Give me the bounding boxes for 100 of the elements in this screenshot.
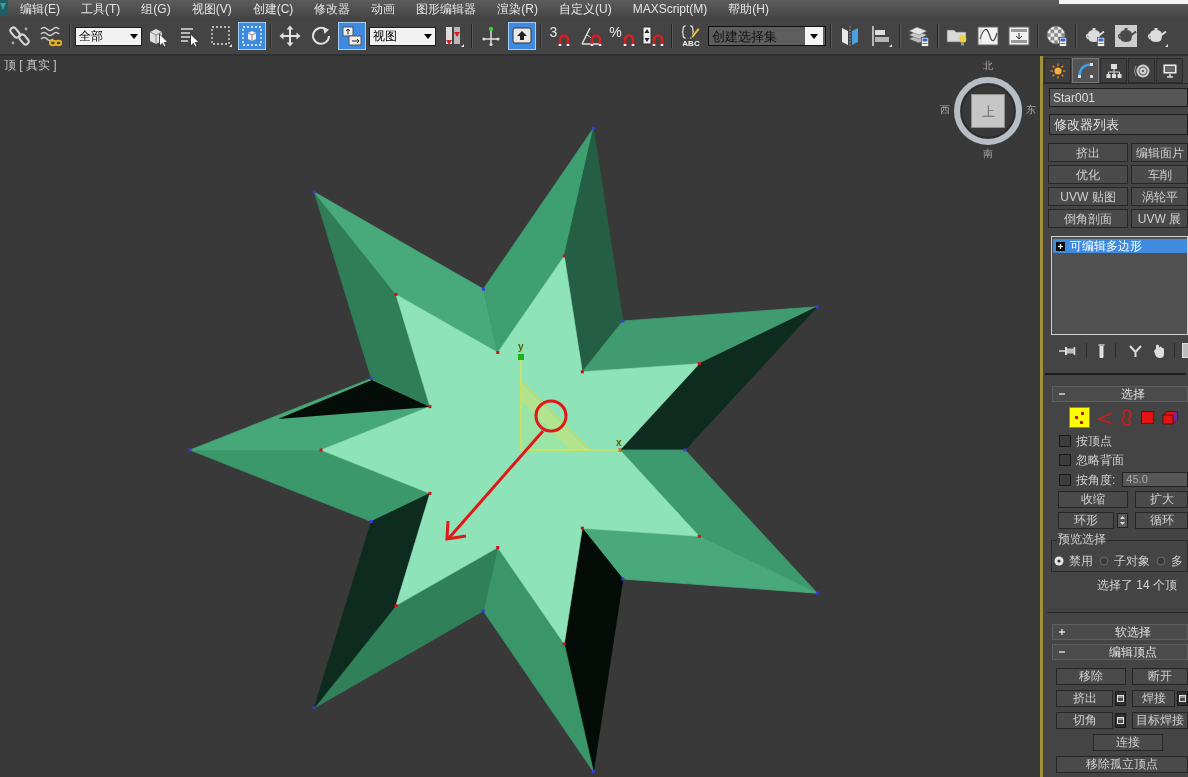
menu-item[interactable]: 工具(T) [81, 3, 121, 15]
compass-label[interactable]: 北 [983, 61, 993, 71]
command-button[interactable]: 切角 [1056, 711, 1113, 729]
compass-label[interactable]: 西 [940, 105, 950, 115]
command-button[interactable]: 收缩 [1058, 490, 1128, 508]
viewport-label[interactable]: 顶 [ 真实 ] [4, 59, 57, 71]
modifier-button[interactable]: 车削 [1131, 165, 1188, 184]
settings-button[interactable] [1115, 690, 1126, 706]
command-button[interactable]: 扩大 [1135, 490, 1188, 508]
stack-item[interactable]: 可编辑多边形 [1053, 239, 1187, 253]
cube-icon[interactable] [1162, 410, 1178, 425]
menu-item[interactable]: 创建(C) [252, 3, 294, 15]
modifier-button[interactable]: 涡轮平 [1131, 187, 1188, 206]
command-button[interactable]: 移除 [1056, 667, 1126, 685]
modifier-button[interactable]: 编辑面片 [1131, 143, 1188, 162]
modify-tab[interactable] [1072, 58, 1099, 83]
command-button[interactable]: 循环 [1135, 511, 1188, 529]
vertical-bar-icon[interactable] [1097, 342, 1105, 359]
curve-graph-icon [977, 25, 999, 47]
rollout-header[interactable]: 选择 [1052, 386, 1188, 402]
magnet-icon [622, 33, 635, 47]
modifier-list-dropdown[interactable]: 修改器列表 [1049, 114, 1188, 135]
scale-icon [341, 25, 363, 47]
rollout-header[interactable]: 软选择 [1052, 623, 1188, 640]
menu-item[interactable]: MAXScript(M) [632, 3, 708, 15]
named-selection-combo[interactable]: 创建选择集 [708, 26, 826, 46]
radio-icon[interactable] [1054, 555, 1064, 566]
magnet-icon [558, 33, 571, 47]
percent-snap-button[interactable]: % [608, 22, 636, 50]
rendered-frame-button[interactable] [1112, 22, 1140, 50]
keyboard-override-button[interactable] [508, 22, 536, 50]
axis-label: y [518, 341, 524, 352]
scale-button[interactable] [338, 22, 366, 50]
menu-item[interactable]: 组(G) [141, 3, 171, 15]
menu-item[interactable]: 动画 [371, 3, 396, 15]
minus-icon [1058, 390, 1066, 398]
command-button[interactable]: 连接 [1093, 733, 1163, 751]
hand-icon[interactable] [1153, 342, 1167, 359]
compass-ring[interactable] [953, 76, 1023, 146]
modifier-button[interactable]: UVW 展 [1131, 209, 1188, 228]
checkbox[interactable] [1059, 454, 1071, 467]
menu-item[interactable]: 编辑(E) [20, 3, 60, 15]
command-button[interactable]: 挤出 [1056, 689, 1113, 707]
dropdown-field[interactable]: 全部 [75, 26, 142, 46]
dropdown-field[interactable]: 视图 [369, 26, 436, 46]
spinner-icon[interactable] [1117, 512, 1128, 528]
hierarchy-tab[interactable] [1100, 58, 1127, 83]
search-field[interactable] [1059, 0, 1188, 4]
radio-icon[interactable] [1099, 555, 1109, 566]
window-crossing-button[interactable] [238, 22, 266, 50]
modifier-button[interactable]: UVW 贴图 [1048, 187, 1128, 206]
checkbox-label: 忽略背面 [1076, 454, 1124, 467]
menu-item[interactable]: 帮助(H) [728, 3, 769, 15]
command-button[interactable]: 环形 [1058, 511, 1114, 529]
modifier-button[interactable]: 倒角剖面 [1048, 209, 1128, 228]
menu-item[interactable]: 修改器 [314, 3, 351, 15]
vertex-icon[interactable] [1069, 407, 1090, 428]
edit-named-selection-button[interactable]: ABC [677, 22, 705, 50]
menu-item[interactable]: 自定义(U) [559, 3, 612, 15]
checkbox[interactable] [1059, 434, 1071, 447]
settings-button[interactable] [1177, 690, 1188, 706]
menu-item[interactable]: 图形编辑器 [416, 3, 477, 15]
modifier-button[interactable]: 挤出 [1048, 143, 1128, 162]
checkbox-label: 按顶点 [1076, 434, 1112, 447]
stacked-sheets-icon [908, 25, 930, 47]
fork-icon[interactable] [1128, 343, 1144, 358]
compass-label[interactable]: 东 [1026, 105, 1036, 115]
caret-icon [424, 33, 432, 39]
curve-icon [1077, 62, 1094, 79]
viewport[interactable]: y x 顶 [ 真实 ] 北 东 南 西 上 [0, 56, 1043, 777]
radio-option[interactable]: 禁用 [1054, 554, 1093, 567]
gizmo-x-axis[interactable] [520, 449, 622, 451]
display-tab[interactable] [1156, 58, 1183, 83]
checker-sphere-icon [1046, 25, 1068, 47]
snap-toggle-button[interactable]: 3 [546, 22, 574, 50]
modifier-button[interactable]: 优化 [1048, 165, 1128, 184]
command-button[interactable]: 焊接 [1132, 689, 1175, 707]
checkbox[interactable] [1059, 473, 1071, 486]
radio-icon[interactable] [1156, 555, 1166, 566]
command-button[interactable]: 目标焊接 [1132, 711, 1188, 729]
plus-box-icon[interactable] [1056, 241, 1065, 251]
window-icon [1117, 694, 1124, 702]
menu-item[interactable]: 渲染(R) [497, 3, 538, 15]
chain-link-icon [9, 25, 31, 47]
create-tab[interactable] [1044, 58, 1071, 83]
command-button[interactable]: 移除孤立顶点 [1056, 755, 1188, 773]
pin-icon[interactable] [1058, 344, 1076, 357]
compass-label[interactable]: 南 [983, 149, 993, 159]
settings-button[interactable] [1115, 712, 1126, 728]
view-cube[interactable]: 上 [971, 94, 1005, 128]
move-icon [279, 25, 301, 47]
gizmo-plane-handle[interactable] [520, 380, 591, 451]
command-button[interactable]: 断开 [1132, 667, 1188, 685]
rollout-header[interactable]: 编辑顶点 [1052, 643, 1188, 660]
radio-option[interactable]: 子对象 [1099, 554, 1150, 567]
radio-option[interactable]: 多 [1156, 554, 1183, 567]
app-icon [0, 0, 8, 16]
object-name-field[interactable]: Star001 [1049, 88, 1188, 107]
motion-tab[interactable] [1128, 58, 1155, 83]
menu-item[interactable]: 视图(V) [191, 3, 232, 15]
